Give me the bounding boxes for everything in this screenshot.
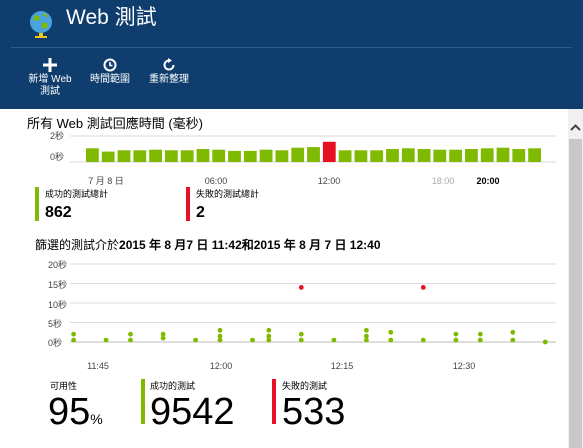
success-test-point[interactable] (477, 337, 483, 343)
success-test-point[interactable] (298, 331, 304, 337)
success-test-point[interactable] (128, 331, 133, 337)
sc-y-tick-15s: 15秒 (48, 279, 67, 290)
sc-x-tick-1215: 12:15 (331, 361, 354, 371)
success-test-point[interactable] (510, 329, 516, 335)
success-test-point[interactable] (160, 331, 166, 337)
success-test-point[interactable] (128, 337, 133, 343)
sc-y-tick-0s: 0秒 (48, 337, 62, 348)
success-test-point[interactable] (477, 331, 483, 337)
sc-y-tick-20s: 20秒 (48, 259, 67, 270)
success-test-point[interactable] (266, 333, 272, 339)
failed-test-point[interactable] (298, 285, 304, 290)
success-test-point[interactable] (420, 337, 426, 343)
fail-bar (272, 379, 276, 424)
success-test-point[interactable] (298, 337, 304, 343)
availability-value: 95 (48, 391, 91, 433)
success-bar (141, 379, 145, 424)
success-test-point[interactable] (193, 337, 199, 343)
success-test-point[interactable] (388, 329, 394, 335)
success-test-point[interactable] (453, 337, 459, 343)
success-test-point[interactable] (453, 331, 459, 337)
success-test-point[interactable] (103, 337, 109, 343)
sc-y-tick-10s: 10秒 (48, 299, 67, 310)
filtered-tests-scatter-chart[interactable]: 20秒 15秒 10秒 5秒 0秒 11:45 12:00 12:15 12:3… (0, 0, 583, 380)
success-test-point[interactable] (331, 337, 337, 343)
success-test-point[interactable] (71, 331, 76, 337)
success-test-point[interactable] (250, 337, 255, 343)
sc-x-tick-1230: 12:30 (453, 361, 476, 371)
success-test-point[interactable] (71, 337, 76, 343)
success-test-point[interactable] (217, 327, 223, 333)
fail-value: 533 (282, 391, 346, 433)
sc-y-tick-5s: 5秒 (48, 318, 62, 329)
sc-x-tick-1145: 11:45 (87, 361, 109, 371)
success-test-point[interactable] (388, 337, 394, 343)
availability-unit: % (90, 411, 103, 427)
success-test-point[interactable] (364, 327, 369, 333)
success-test-point[interactable] (364, 333, 369, 339)
failed-test-point[interactable] (420, 285, 426, 290)
success-value: 9542 (150, 391, 235, 433)
success-test-point[interactable] (542, 339, 548, 345)
sc-x-tick-1200: 12:00 (210, 361, 233, 371)
success-test-point[interactable] (266, 327, 272, 333)
success-test-point[interactable] (510, 337, 516, 343)
success-test-point[interactable] (217, 333, 223, 339)
availability-value-wrap: 95% (48, 392, 103, 439)
